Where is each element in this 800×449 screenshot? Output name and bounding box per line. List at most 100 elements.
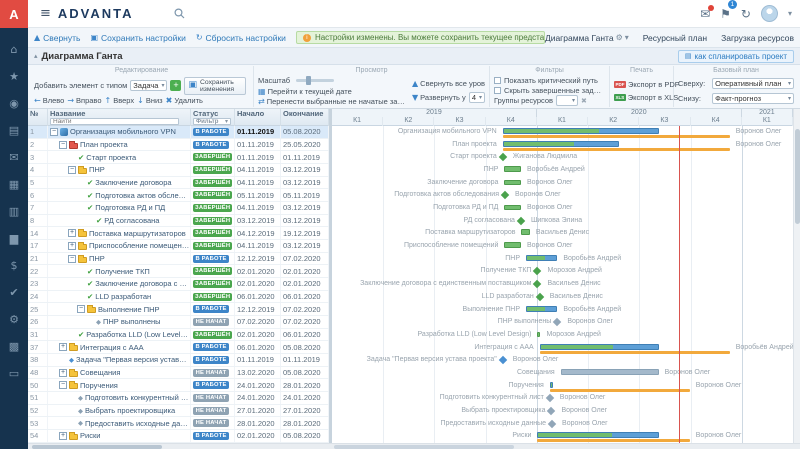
view-tab-resource-plan[interactable]: Ресурсный план [643,33,707,43]
table-row[interactable]: 14+Поставка маршрутизаторовЗАВЕРШЁН04.12… [28,227,329,240]
table-row[interactable]: 7✔Подготовка РД и ПДЗАВЕРШЁН04.11.201903… [28,202,329,215]
task-name[interactable]: Совещания [80,368,190,377]
task-name[interactable]: ПНР [89,165,190,174]
add-element-button[interactable]: + [170,80,181,91]
task-name[interactable]: Поставка маршрутизаторов [89,229,190,238]
tree-expander-plus[interactable]: + [59,432,67,440]
mail-icon[interactable]: ✉ [700,7,710,21]
tree-expander-minus[interactable]: − [68,255,76,263]
tree-expander-plus[interactable]: + [59,369,67,377]
documents-icon[interactable]: ▭ [0,360,28,387]
gantt-bar[interactable] [537,332,540,337]
task-name[interactable]: ПНР [89,254,190,263]
users-icon[interactable]: ◉ [0,90,28,117]
table-row[interactable]: 8✔РД согласованаЗАВЕРШЁН03.12.201903.12.… [28,215,329,228]
table-row[interactable]: 23✔Заключение договора с единств...ЗАВЕР… [28,278,329,291]
gantt-baseline-bar[interactable] [540,351,730,354]
table-row[interactable]: 26◆ПНР выполненыНЕ НАЧАТ07.02.202007.02.… [28,316,329,329]
move-unstarted-tasks-button[interactable]: ⇄Перенести выбранные не начатые задачи [258,97,408,106]
modules-icon[interactable]: ▩ [0,333,28,360]
table-row[interactable]: 4−ПНРЗАВЕРШЁН04.11.201903.12.2019 [28,164,329,177]
task-name[interactable]: Заключение договора [95,178,190,187]
hide-completed-checkbox[interactable] [494,87,501,94]
help-link[interactable]: ▤как спланировать проект [678,50,794,63]
slider-thumb[interactable] [306,76,311,85]
gantt-milestone[interactable] [546,394,554,402]
task-name[interactable]: Выполнение ПНР [98,305,190,314]
gantt-milestone[interactable] [535,293,543,301]
chevron-down-icon[interactable]: ▾ [788,9,792,18]
gantt-bar[interactable] [537,432,658,438]
tree-expander-plus[interactable]: + [68,242,76,250]
settings-icon[interactable]: ⚙ [0,306,28,333]
task-name[interactable]: РД согласована [104,216,190,225]
gantt-bar[interactable] [561,369,659,375]
user-avatar[interactable] [761,5,778,22]
task-name[interactable]: Предоставить исходные данные [85,419,190,428]
task-name[interactable]: Риски [80,431,190,440]
task-name[interactable]: План проекта [80,140,190,149]
name-search-input[interactable] [50,118,179,125]
advanta-logo-mark[interactable]: А [0,0,28,28]
tree-expander-plus[interactable]: + [68,229,76,237]
task-name[interactable]: Организация мобильного VPN [70,127,190,136]
task-name[interactable]: Старт проекта [86,153,190,162]
column-header-end[interactable]: Окончание [281,109,329,117]
table-row[interactable]: 48+СовещанияНЕ НАЧАТ13.02.202005.08.2020 [28,367,329,380]
table-row[interactable]: 53◆Предоставить исходные данныеНЕ НАЧАТ2… [28,417,329,430]
gantt-bar[interactable] [504,205,521,210]
task-name[interactable]: Подготовка РД и ПД [95,203,190,212]
table-row[interactable]: 17+Приспособление помещенийЗАВЕРШЁН04.11… [28,240,329,253]
gantt-bar[interactable] [504,166,521,172]
favorites-icon[interactable]: ★ [0,63,28,90]
gantt-milestone[interactable] [498,356,506,364]
status-filter-select[interactable]: Фильтр▾ [193,118,231,125]
tasks-icon[interactable]: ✔ [0,279,28,306]
table-row[interactable]: 2−План проектаВ РАБОТЕ01.11.201925.05.20… [28,139,329,152]
column-header-num[interactable]: № [28,109,48,117]
column-header-start[interactable]: Начало [235,109,281,117]
expand-level-select[interactable]: 4▾ [469,92,485,103]
table-row[interactable]: 21−ПНРВ РАБОТЕ12.12.201907.02.2020 [28,253,329,266]
task-name[interactable]: Поручения [80,381,190,390]
critical-path-checkbox[interactable] [494,77,501,84]
scrollbar-thumb[interactable] [32,445,162,449]
sync-icon[interactable]: ↻ [741,7,751,21]
table-row[interactable]: 6✔Подготовка актов обследованияЗАВЕРШЁН0… [28,189,329,202]
table-row[interactable]: 50−ПорученияВ РАБОТЕ24.01.202028.01.2020 [28,379,329,392]
gantt-bar[interactable] [526,255,557,261]
scale-slider[interactable] [296,79,334,82]
tree-expander-minus[interactable]: − [50,128,58,136]
horizontal-scrollbar[interactable] [28,443,800,449]
collapse-all-button[interactable]: ▲Свернуть все уровни [412,79,485,88]
gantt-milestone[interactable] [533,280,541,288]
table-row[interactable]: 37+Интеграция с АААВ РАБОТЕ06.01.202005.… [28,341,329,354]
scrollbar-thumb[interactable] [795,129,800,224]
tree-expander-minus[interactable]: − [68,166,76,174]
tree-expander-minus[interactable]: − [59,381,67,389]
reports-icon[interactable]: ▥ [0,198,28,225]
gantt-milestone[interactable] [547,407,555,415]
notifications-icon[interactable]: ⚑1 [720,7,731,21]
table-row[interactable]: 25−Выполнение ПНРВ РАБОТЕ12.12.201907.02… [28,303,329,316]
table-row[interactable]: 31✔Разработка LLD (Low Level Design)ЗАВЕ… [28,329,329,342]
gantt-milestone[interactable] [553,318,561,326]
table-row[interactable]: 54+РискиВ РАБОТЕ02.01.202005.08.2020 [28,430,329,443]
table-row[interactable]: 5✔Заключение договораЗАВЕРШЁН04.11.20190… [28,177,329,190]
gantt-bar[interactable] [521,229,529,235]
move-right-button[interactable]: →Вправо [67,96,101,105]
baseline-top-select[interactable]: Оперативный план▾ [712,78,794,89]
save-settings-button[interactable]: ▣Сохранить настройки [90,33,185,43]
search-icon[interactable] [174,8,185,19]
export-pdf-button[interactable]: PDFЭкспорт в PDF [614,80,679,89]
element-type-select[interactable]: Задача▾ [130,80,167,91]
messages-icon[interactable]: ✉ [0,144,28,171]
column-header-status[interactable]: Статус [191,109,235,117]
gantt-bar[interactable] [550,382,553,388]
view-tab-gantt[interactable]: Диаграмма Ганта⚙▾ [545,33,629,43]
gantt-milestone[interactable] [517,217,525,225]
task-name[interactable]: Заключение договора с единств... [95,279,190,288]
gantt-bar[interactable] [503,128,659,134]
task-name[interactable]: Разработка LLD (Low Level Design) [86,330,190,339]
task-name[interactable]: Подготовить конкурентный лист [85,393,190,402]
